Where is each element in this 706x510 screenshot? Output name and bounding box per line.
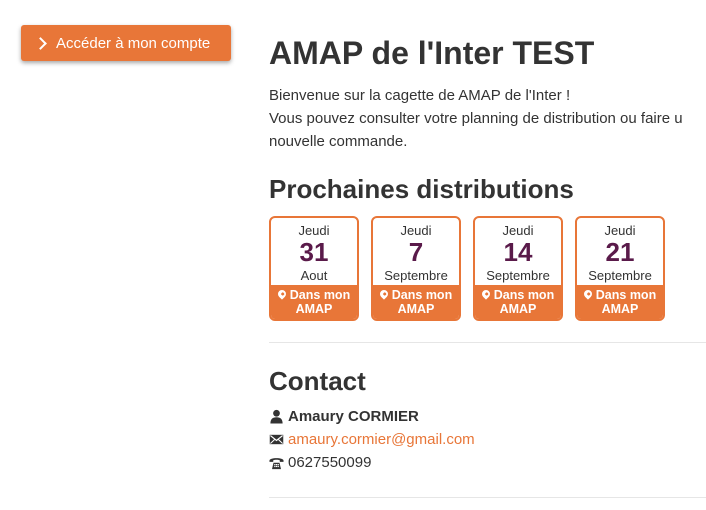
contact-email-link[interactable]: amaury.cormier@gmail.com [288,431,475,448]
contact-name: Amaury CORMIER [288,408,419,425]
map-marker-icon [582,288,594,300]
intro-text: Bienvenue sur la cagette de AMAP de l'In… [269,84,706,153]
distribution-month: Septembre [486,268,550,283]
contact-phone-row: 0627550099 [269,454,371,471]
distribution-month: Septembre [588,268,652,283]
page: Accéder à mon compte AMAP de l'Inter TES… [0,0,706,510]
distribution-card[interactable]: Jeudi 7 Septembre Dans mon AMAP [371,216,461,321]
user-icon [270,409,283,424]
distribution-place-label: Dans mon AMAP [391,288,453,316]
contact-email-row: amaury.cormier@gmail.com [269,431,475,448]
contact-name-row: Amaury CORMIER [269,408,419,425]
map-marker-icon [378,288,390,300]
distribution-card[interactable]: Jeudi 21 Septembre Dans mon AMAP [575,216,665,321]
distribution-place: Dans mon AMAP [271,285,357,319]
contact-phone: 0627550099 [288,454,372,471]
distribution-date: 7 [408,237,424,267]
intro-line-3: nouvelle commande. [269,133,408,150]
intro-line-2: Vous pouvez consulter votre planning de … [269,110,683,127]
phone-icon [269,458,284,470]
distribution-day: Jeudi [604,223,636,238]
chevron-right-icon [34,36,47,50]
distribution-place: Dans mon AMAP [577,285,663,319]
distribution-day: Jeudi [400,223,432,238]
distribution-day: Jeudi [502,223,534,238]
distribution-date: 21 [605,237,635,267]
distribution-place: Dans mon AMAP [373,285,459,319]
distribution-place-label: Dans mon AMAP [289,288,351,316]
distributions-heading: Prochaines distributions [269,174,574,204]
distribution-place-label: Dans mon AMAP [595,288,657,316]
account-button[interactable]: Accéder à mon compte [21,25,231,61]
distribution-card[interactable]: Jeudi 31 Aout Dans mon AMAP [269,216,359,321]
distribution-day: Jeudi [298,223,330,238]
distribution-month: Aout [300,268,328,283]
distribution-list: Jeudi 31 Aout Dans mon AMAP Jeudi 7 Sept… [269,216,665,321]
intro-line-1: Bienvenue sur la cagette de AMAP de l'In… [269,87,571,104]
distribution-date: 14 [503,237,533,267]
section-divider [269,497,706,498]
page-title: AMAP de l'Inter TEST [269,35,595,71]
distribution-month: Septembre [384,268,448,283]
section-divider [269,342,706,343]
envelope-icon [269,434,284,445]
account-button-label: Accéder à mon compte [56,34,211,52]
contact-heading: Contact [269,366,366,396]
map-marker-icon [480,288,492,300]
map-marker-icon [276,288,288,300]
distribution-place: Dans mon AMAP [475,285,561,319]
distribution-place-label: Dans mon AMAP [493,288,555,316]
distribution-date: 31 [299,237,329,267]
distribution-card[interactable]: Jeudi 14 Septembre Dans mon AMAP [473,216,563,321]
